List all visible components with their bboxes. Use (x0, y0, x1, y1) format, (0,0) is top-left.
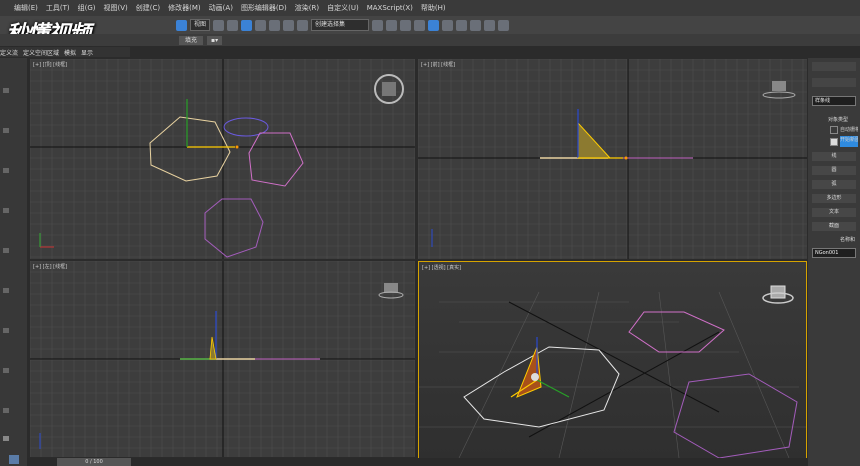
viewport-perspective-canvas (419, 285, 806, 458)
maxscript-listener-icon[interactable] (3, 436, 9, 441)
fill-button[interactable]: 填充 (179, 35, 204, 45)
viewport-label[interactable]: [+] [顶] [线框] (33, 61, 67, 68)
arc-button[interactable]: 弧 (812, 180, 856, 189)
left-toolbar (0, 58, 27, 466)
rollout-name-color[interactable]: 名称和 (840, 236, 855, 243)
rollout-object-type[interactable]: 对象类型 (828, 116, 848, 123)
rendered-frame-icon[interactable] (484, 19, 496, 31)
menu-graph-editors[interactable]: 图形编辑器(D) (241, 3, 287, 13)
menu-bar: 编辑(E) 工具(T) 组(G) 视图(V) 创建(C) 修改器(M) 动画(A… (0, 0, 860, 16)
render-production-icon[interactable] (498, 19, 510, 31)
pivot-icon[interactable] (213, 19, 225, 31)
percent-snap-icon[interactable] (269, 19, 281, 31)
angle-snap-icon[interactable] (255, 19, 267, 31)
time-slider[interactable]: 0 / 100 (27, 458, 808, 466)
viewport-left[interactable]: [+] [左] [线框] (30, 261, 415, 457)
spinner-snap-icon[interactable] (283, 19, 295, 31)
viewport-front-canvas (418, 59, 807, 259)
tool-icon[interactable] (3, 288, 9, 293)
viewport-label[interactable]: [+] [左] [线框] (33, 263, 67, 270)
ribbon-tabs: 定义流 定义空间区域 模拟 显示 (0, 47, 130, 57)
start-new-checkbox[interactable] (830, 138, 838, 146)
menu-edit[interactable]: 编辑(E) (14, 3, 38, 13)
viewport-left-canvas (30, 261, 415, 457)
tool-icon[interactable] (3, 368, 9, 373)
start-new-button[interactable]: 开始新图形 (840, 136, 858, 147)
named-selection-set[interactable]: 创建选择集 (311, 19, 370, 31)
section-button[interactable]: 截面 (812, 222, 856, 231)
heptagon-shape (673, 373, 798, 458)
autogrid-checkbox[interactable] (830, 126, 838, 134)
autogrid-label: 自动栅格 (840, 127, 858, 133)
object-name-field[interactable]: NGon001 (812, 248, 856, 258)
menu-modifiers[interactable]: 修改器(M) (168, 3, 201, 13)
tab-display[interactable]: 显示 (81, 48, 93, 57)
menu-views[interactable]: 视图(V) (104, 3, 128, 13)
menu-animation[interactable]: 动画(A) (209, 3, 233, 13)
mirror-icon[interactable] (372, 19, 384, 31)
viewcube-icon (772, 81, 786, 91)
tab-define-flow[interactable]: 定义流 (0, 48, 18, 57)
listener-icon[interactable] (9, 455, 19, 464)
layer-manager-icon[interactable] (400, 19, 412, 31)
material-editor-icon[interactable] (456, 19, 468, 31)
select-manipulate-icon[interactable] (227, 19, 239, 31)
pentagon-shape (248, 132, 304, 187)
graphite-toolbar-icon[interactable] (414, 19, 426, 31)
snap-toggle-icon[interactable] (241, 19, 253, 31)
command-panel: 样条线 对象类型 自动栅格 开始新图形 线 圆 弧 多边形 文本 截面 名称和 … (808, 58, 860, 466)
viewport-label[interactable]: [+] [前] [线框] (421, 61, 455, 68)
viewport-top-canvas (30, 59, 415, 259)
panel-tabs[interactable] (812, 62, 856, 71)
menu-tools[interactable]: 工具(T) (46, 3, 70, 13)
tool-icon[interactable] (3, 168, 9, 173)
reference-coord-select[interactable]: 视图 (190, 19, 211, 31)
menu-group[interactable]: 组(G) (78, 3, 96, 13)
ribbon-options-icon[interactable]: ▪▾ (207, 35, 223, 45)
frame-counter[interactable]: 0 / 100 (57, 458, 131, 466)
viewport-front[interactable]: [+] [前] [线框] (418, 59, 807, 259)
ribbon: 填充 ▪▾ (0, 34, 860, 46)
text-button[interactable]: 文本 (812, 208, 856, 217)
curve-editor-icon[interactable] (428, 19, 440, 31)
category-dropdown[interactable]: 样条线 (812, 96, 856, 106)
tab-define-space[interactable]: 定义空间区域 (23, 48, 59, 57)
tab-simulate[interactable]: 模拟 (64, 48, 76, 57)
align-icon[interactable] (386, 19, 398, 31)
menu-create[interactable]: 创建(C) (136, 3, 160, 13)
select-object-icon[interactable] (176, 19, 187, 31)
line-button[interactable]: 线 (812, 152, 856, 161)
menu-maxscript[interactable]: MAXScript(X) (367, 4, 413, 12)
tool-icon[interactable] (3, 248, 9, 253)
hexagon-shape (628, 311, 725, 353)
main-toolbar: 视图 创建选择集 (0, 16, 860, 34)
shape-category-icons[interactable] (812, 78, 856, 87)
heptagon-shape (204, 198, 264, 258)
menu-customize[interactable]: 自定义(U) (327, 3, 359, 13)
menu-rendering[interactable]: 渲染(R) (295, 3, 319, 13)
render-setup-icon[interactable] (470, 19, 482, 31)
tool-icon[interactable] (3, 128, 9, 133)
ngon-button[interactable]: 多边形 (812, 194, 856, 203)
edit-named-set-icon[interactable] (297, 19, 309, 31)
viewport-perspective[interactable]: [+] [透视] [真实] (418, 261, 807, 459)
tool-icon[interactable] (3, 408, 9, 413)
circle-button[interactable]: 圆 (812, 166, 856, 175)
tool-icon[interactable] (3, 328, 9, 333)
menu-help[interactable]: 帮助(H) (421, 3, 446, 13)
tool-icon[interactable] (3, 88, 9, 93)
viewport-top[interactable]: [+] [顶] [线框] (30, 59, 415, 259)
tool-icon[interactable] (3, 208, 9, 213)
viewport-label[interactable]: [+] [透视] [真实] (422, 264, 461, 271)
viewcube-icon (770, 285, 786, 299)
schematic-view-icon[interactable] (442, 19, 454, 31)
